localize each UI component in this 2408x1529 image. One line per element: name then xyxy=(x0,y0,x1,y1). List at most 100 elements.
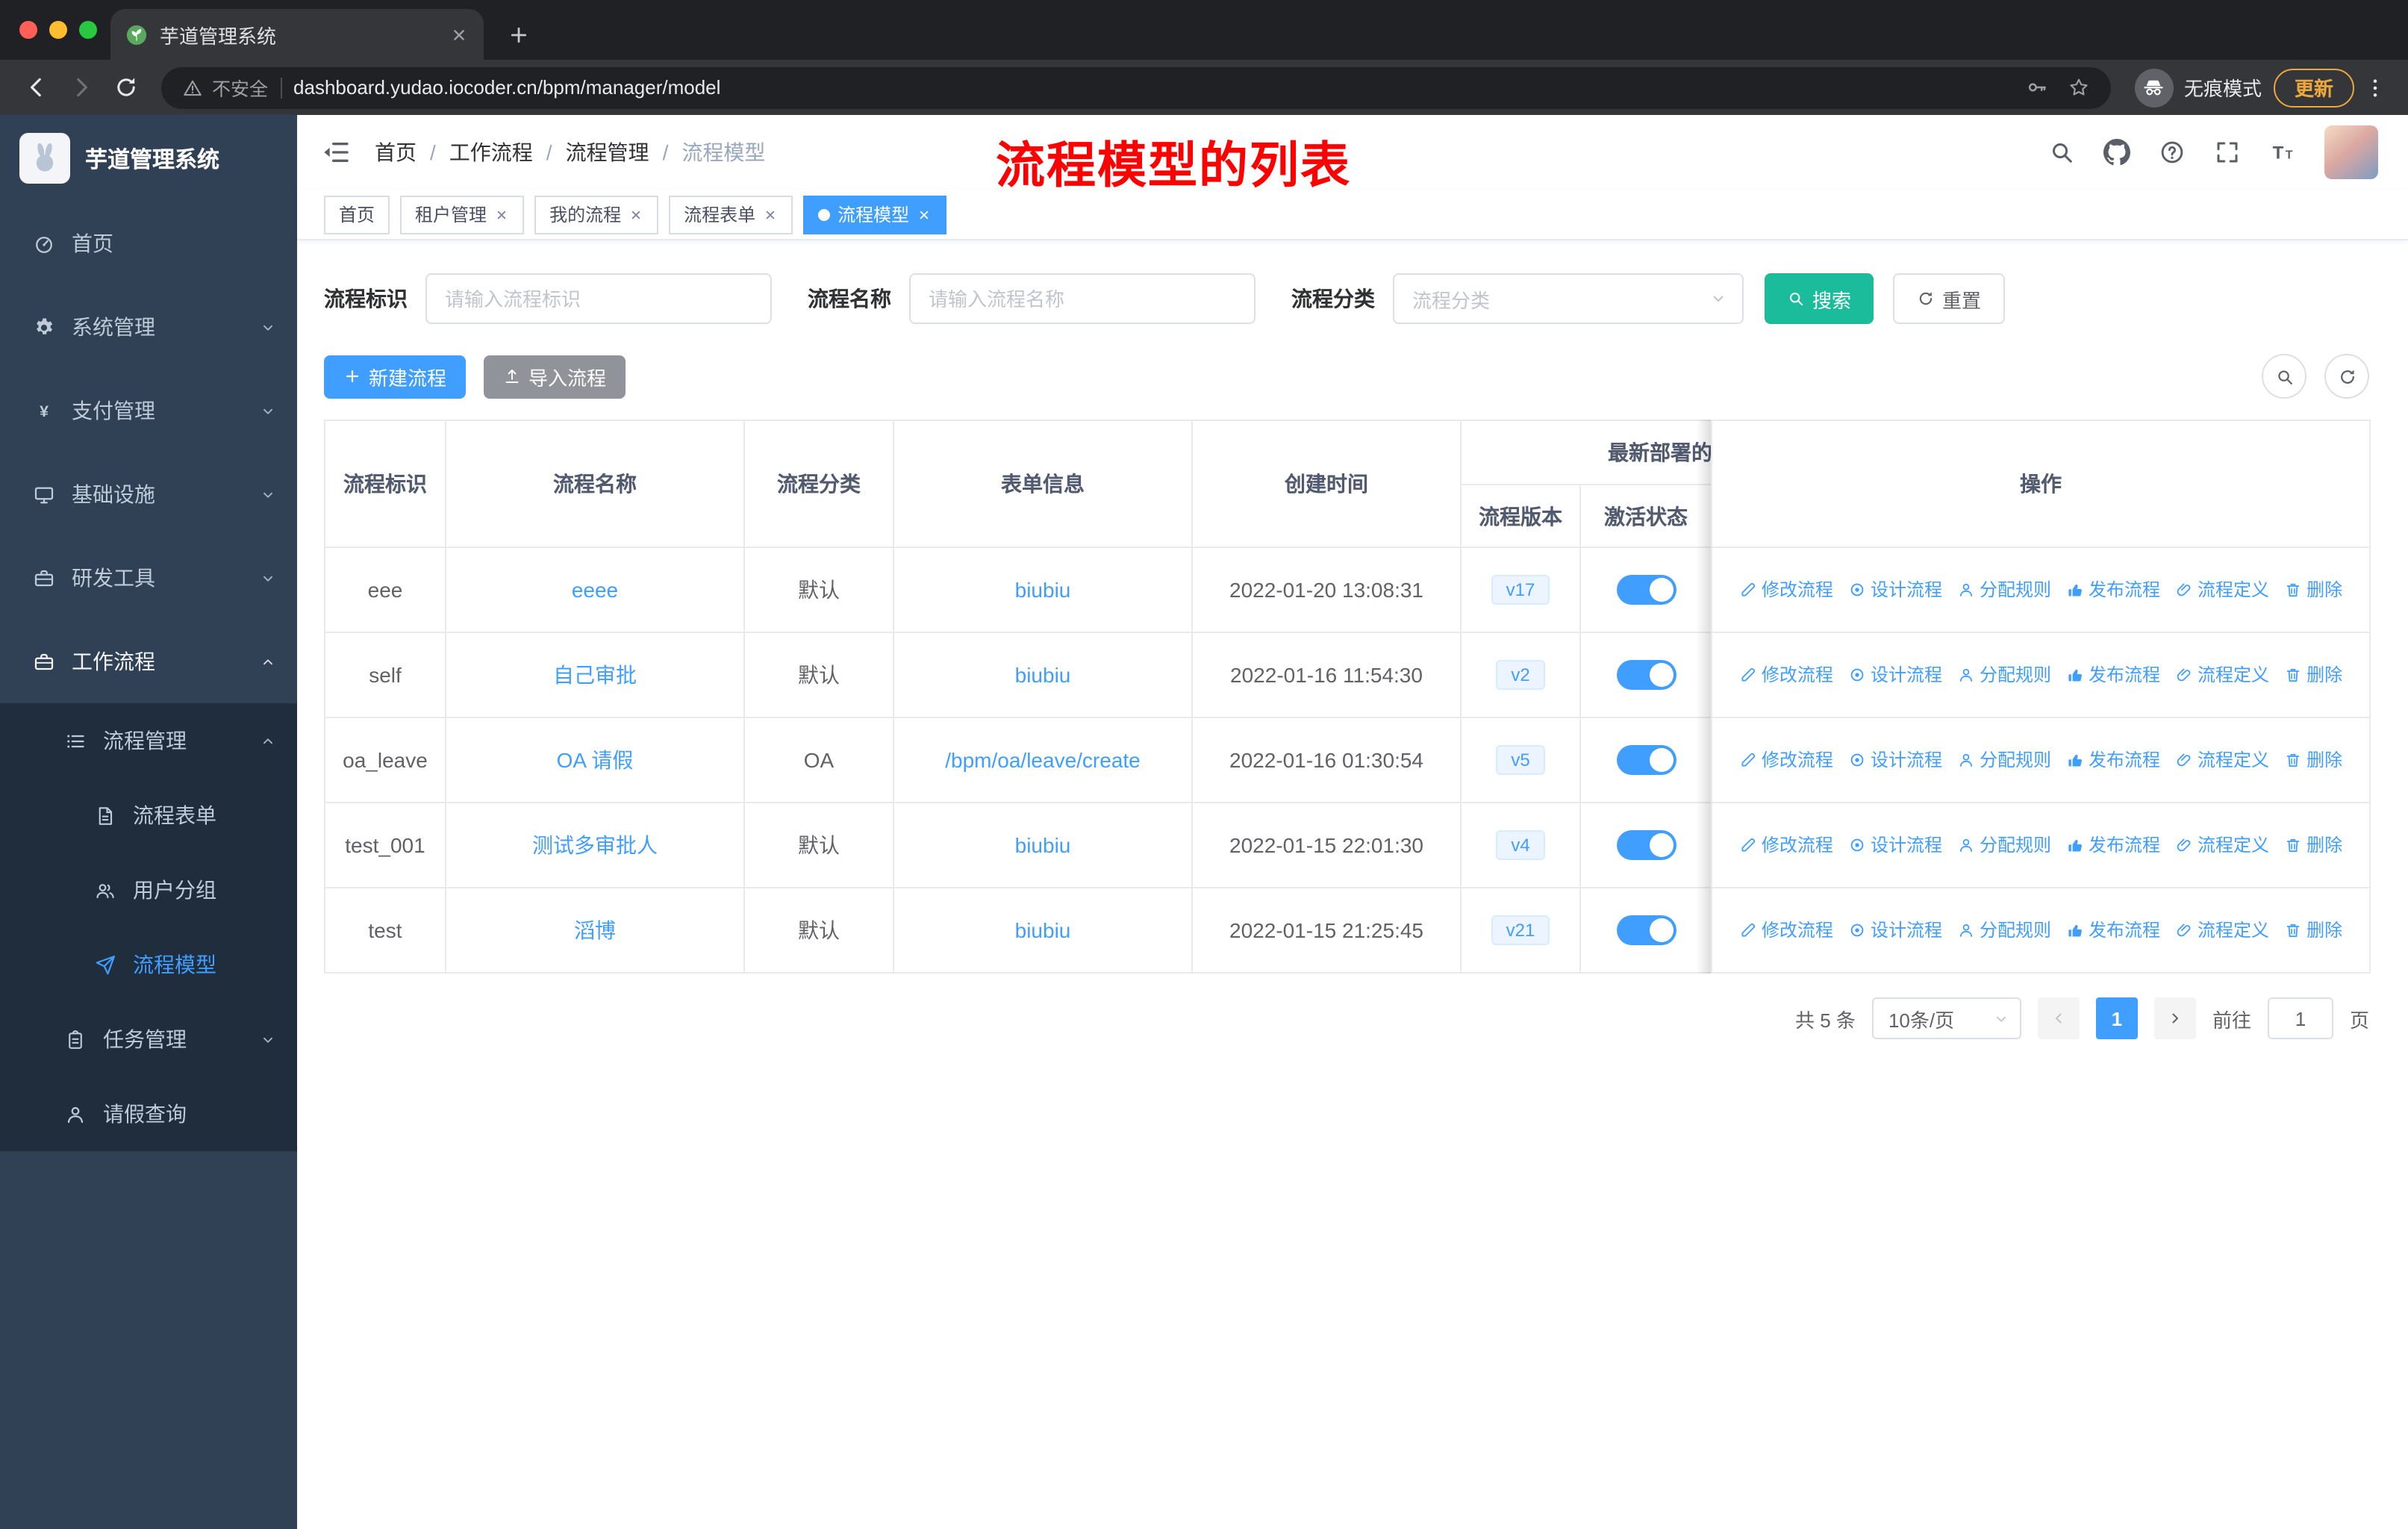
model-name-link[interactable]: 滔博 xyxy=(574,918,616,942)
breadcrumb-item[interactable]: 流程管理 xyxy=(566,137,649,167)
form-info-link[interactable]: /bpm/oa/leave/create xyxy=(945,748,1141,772)
close-icon[interactable] xyxy=(494,207,509,222)
model-name-link[interactable]: 测试多审批人 xyxy=(532,833,658,857)
close-icon[interactable] xyxy=(628,207,643,222)
show-search-button[interactable] xyxy=(2262,354,2306,399)
model-name-link[interactable]: 自己审批 xyxy=(553,663,637,687)
action-design-button[interactable]: 设计流程 xyxy=(1848,662,1942,688)
next-page-button[interactable] xyxy=(2153,997,2196,1039)
prev-page-button[interactable] xyxy=(2037,997,2080,1039)
action-publish-button[interactable]: 发布流程 xyxy=(2066,832,2160,858)
form-info-link[interactable]: biubiu xyxy=(1015,833,1071,857)
sidebar-item-infra[interactable]: 基础设施 xyxy=(0,452,297,536)
action-design-button[interactable]: 设计流程 xyxy=(1848,832,1942,858)
view-tab-我的流程[interactable]: 我的流程 xyxy=(534,195,659,234)
view-tab-首页[interactable]: 首页 xyxy=(324,195,390,234)
reset-button[interactable]: 重置 xyxy=(1893,273,2006,324)
app-logo[interactable]: 芋道管理系统 xyxy=(0,115,297,202)
action-design-button[interactable]: 设计流程 xyxy=(1848,577,1942,602)
view-tab-租户管理[interactable]: 租户管理 xyxy=(400,195,525,234)
active-switch[interactable] xyxy=(1616,660,1676,690)
action-modify-button[interactable]: 修改流程 xyxy=(1739,832,1833,858)
active-switch[interactable] xyxy=(1616,575,1676,605)
help-icon[interactable] xyxy=(2159,139,2186,166)
close-icon[interactable] xyxy=(763,207,778,222)
action-publish-button[interactable]: 发布流程 xyxy=(2066,662,2160,688)
sidebar-item-pay[interactable]: 支付管理 xyxy=(0,369,297,452)
action-definition-button[interactable]: 流程定义 xyxy=(2175,747,2269,773)
action-delete-button[interactable]: 删除 xyxy=(2284,577,2342,602)
forward-button[interactable] xyxy=(60,66,102,108)
action-publish-button[interactable]: 发布流程 xyxy=(2066,918,2160,943)
action-publish-button[interactable]: 发布流程 xyxy=(2066,747,2160,773)
hamburger-icon[interactable] xyxy=(321,137,351,167)
browser-tab[interactable]: 芋道管理系统 xyxy=(110,9,484,60)
security-status[interactable]: 不安全 xyxy=(182,73,268,102)
sidebar-item-process-form[interactable]: 流程表单 xyxy=(0,778,297,853)
current-page-button[interactable]: 1 xyxy=(2095,997,2138,1039)
model-name-link[interactable]: OA 请假 xyxy=(557,748,634,772)
action-modify-button[interactable]: 修改流程 xyxy=(1739,577,1833,602)
sidebar-item-devtools[interactable]: 研发工具 xyxy=(0,536,297,620)
search-button[interactable]: 搜索 xyxy=(1765,273,1874,324)
fullscreen-icon[interactable] xyxy=(2214,139,2241,166)
breadcrumb-item[interactable]: 首页 xyxy=(375,137,417,167)
breadcrumb-item[interactable]: 工作流程 xyxy=(449,137,533,167)
sidebar-item-task-mgmt[interactable]: 任务管理 xyxy=(0,1002,297,1077)
search-icon[interactable] xyxy=(2048,139,2075,166)
action-modify-button[interactable]: 修改流程 xyxy=(1739,662,1833,688)
action-definition-button[interactable]: 流程定义 xyxy=(2175,577,2269,602)
active-switch[interactable] xyxy=(1616,745,1676,775)
active-switch[interactable] xyxy=(1616,830,1676,860)
bookmark-star-icon[interactable] xyxy=(2068,76,2090,99)
action-delete-button[interactable]: 删除 xyxy=(2284,662,2342,688)
github-icon[interactable] xyxy=(2103,139,2130,166)
model-name-link[interactable]: eeee xyxy=(572,578,618,602)
close-icon[interactable] xyxy=(917,207,932,222)
action-assign-button[interactable]: 分配规则 xyxy=(1957,747,2051,773)
action-definition-button[interactable]: 流程定义 xyxy=(2175,918,2269,943)
process-key-input[interactable] xyxy=(425,273,772,324)
goto-page-input[interactable] xyxy=(2267,997,2333,1039)
action-design-button[interactable]: 设计流程 xyxy=(1848,747,1942,773)
create-process-button[interactable]: 新建流程 xyxy=(324,355,467,398)
action-publish-button[interactable]: 发布流程 xyxy=(2066,577,2160,602)
form-info-link[interactable]: biubiu xyxy=(1015,663,1071,687)
action-design-button[interactable]: 设计流程 xyxy=(1848,918,1942,943)
action-delete-button[interactable]: 删除 xyxy=(2284,918,2342,943)
category-select[interactable]: 流程分类 xyxy=(1393,273,1744,324)
sidebar-item-workflow[interactable]: 工作流程 xyxy=(0,620,297,703)
form-info-link[interactable]: biubiu xyxy=(1015,578,1071,602)
action-delete-button[interactable]: 删除 xyxy=(2284,832,2342,858)
new-tab-button[interactable] xyxy=(499,15,537,54)
sidebar-item-home[interactable]: 首页 xyxy=(0,202,297,285)
address-bar[interactable]: 不安全 dashboard.yudao.iocoder.cn/bpm/manag… xyxy=(161,66,2111,108)
avatar[interactable] xyxy=(2324,125,2378,179)
active-switch[interactable] xyxy=(1616,915,1676,945)
form-info-link[interactable]: biubiu xyxy=(1015,918,1071,942)
tab-close-icon[interactable] xyxy=(449,25,469,44)
view-tab-流程表单[interactable]: 流程表单 xyxy=(669,195,793,234)
back-button[interactable] xyxy=(15,66,57,108)
font-size-icon[interactable] xyxy=(2269,139,2296,166)
window-maximize-button[interactable] xyxy=(79,21,97,39)
password-key-icon[interactable] xyxy=(2026,76,2048,99)
action-definition-button[interactable]: 流程定义 xyxy=(2175,662,2269,688)
sidebar-item-process-model[interactable]: 流程模型 xyxy=(0,927,297,1002)
action-assign-button[interactable]: 分配规则 xyxy=(1957,832,2051,858)
page-size-select[interactable]: 10条/页 xyxy=(1871,997,2021,1039)
action-modify-button[interactable]: 修改流程 xyxy=(1739,918,1833,943)
import-process-button[interactable]: 导入流程 xyxy=(484,355,626,398)
window-close-button[interactable] xyxy=(19,21,37,39)
window-minimize-button[interactable] xyxy=(49,21,67,39)
action-delete-button[interactable]: 删除 xyxy=(2284,747,2342,773)
sidebar-item-user-group[interactable]: 用户分组 xyxy=(0,853,297,927)
refresh-table-button[interactable] xyxy=(2324,354,2369,399)
view-tab-流程模型[interactable]: 流程模型 xyxy=(803,195,947,234)
action-assign-button[interactable]: 分配规则 xyxy=(1957,918,2051,943)
update-button[interactable]: 更新 xyxy=(2273,68,2354,107)
action-assign-button[interactable]: 分配规则 xyxy=(1957,577,2051,602)
action-definition-button[interactable]: 流程定义 xyxy=(2175,832,2269,858)
sidebar-item-system[interactable]: 系统管理 xyxy=(0,285,297,369)
browser-menu-button[interactable] xyxy=(2357,69,2393,105)
